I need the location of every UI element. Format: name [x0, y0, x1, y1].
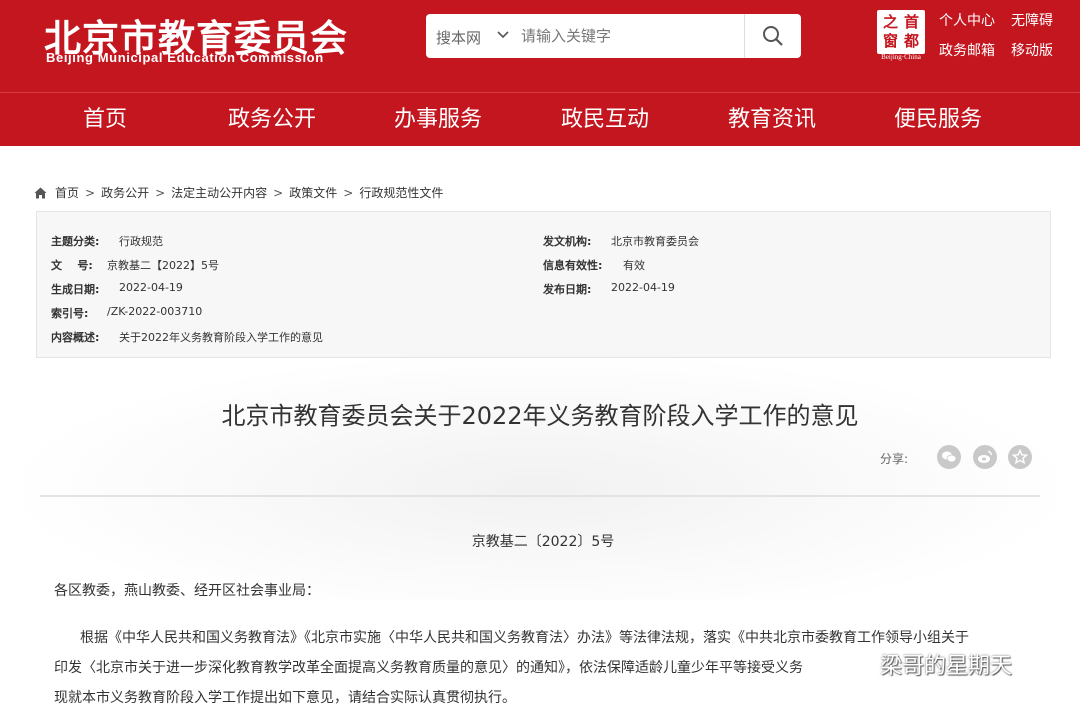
- document-meta-box: 主题分类: 行政规范 发文机构: 北京市教育委员会 文 号: 京教基二【2022…: [36, 211, 1051, 358]
- search-input[interactable]: [521, 20, 741, 52]
- breadcrumb-home[interactable]: 首页: [55, 184, 79, 201]
- breadcrumb-separator: >: [273, 185, 284, 200]
- body-line-1: 根据《中华人民共和国义务教育法》《北京市实施〈中华人民共和国义务教育法〉办法》等…: [80, 630, 969, 646]
- background-decoration: [0, 350, 1080, 600]
- docno-value: 京教基二【2022】5号: [107, 259, 219, 272]
- breadcrumb-gov-affairs[interactable]: 政务公开: [101, 184, 149, 201]
- salutation: 各区教委，燕山教委、经开区社会事业局：: [54, 583, 320, 599]
- watermark-text: 梁哥的星期天: [880, 654, 1013, 679]
- body-line-3: 现就本市义务教育阶段入学工作提出如下意见，请结合实际认真贯彻执行。: [54, 690, 516, 706]
- topic-value: 行政规范: [119, 235, 163, 248]
- capital-window-seal-icon[interactable]: 之 首 窗 都: [877, 10, 925, 54]
- published-date-label: 发布日期:: [543, 283, 592, 296]
- topic-label: 主题分类:: [51, 235, 100, 248]
- search-button[interactable]: [745, 14, 801, 58]
- search-scope-select[interactable]: 搜本网: [436, 27, 481, 48]
- wechat-share-icon[interactable]: [937, 445, 961, 469]
- published-date-value: 2022-04-19: [611, 281, 675, 294]
- breadcrumb-policy-docs[interactable]: 政策文件: [289, 184, 337, 201]
- nav-item-services[interactable]: 办事服务: [373, 93, 503, 147]
- summary-label: 内容概述:: [51, 331, 100, 344]
- summary-value: 关于2022年义务教育阶段入学工作的意见: [119, 331, 323, 344]
- favorite-star-icon[interactable]: [1008, 445, 1032, 469]
- main-nav: 首页 政务公开 办事服务 政民互动 教育资讯 便民服务: [0, 92, 1080, 146]
- issuer-label: 发文机构:: [543, 235, 592, 248]
- issuer-value: 北京市教育委员会: [611, 235, 699, 248]
- index-no-value: /ZK-2022-003710: [107, 305, 203, 318]
- personal-center-link[interactable]: 个人中心: [939, 10, 995, 30]
- doc-number: 京教基二〔2022〕5号: [471, 534, 615, 550]
- wechat-logo-icon: [839, 650, 872, 677]
- wechat-watermark: 梁哥的星期天: [838, 648, 1012, 680]
- weibo-share-icon[interactable]: [973, 445, 997, 469]
- breadcrumb-separator: >: [85, 185, 96, 200]
- validity-label: 信息有效性:: [543, 259, 603, 272]
- breadcrumb-admin-normative-docs[interactable]: 行政规范性文件: [359, 184, 443, 201]
- accessibility-link[interactable]: 无障碍: [1011, 10, 1053, 30]
- site-logo-en: Beijing Municipal Education Commission: [46, 50, 324, 65]
- search-box: 搜本网: [426, 14, 801, 58]
- seal-caption: Beijing·China: [881, 53, 921, 61]
- seal-char: 首: [903, 13, 919, 31]
- mobile-version-link[interactable]: 移动版: [1011, 40, 1053, 60]
- nav-item-gov-affairs[interactable]: 政务公开: [207, 93, 337, 147]
- created-date-value: 2022-04-19: [119, 281, 183, 294]
- breadcrumb-separator: >: [155, 185, 166, 200]
- breadcrumb: 首页 > 政务公开 > 法定主动公开内容 > 政策文件 > 行政规范性文件: [34, 184, 443, 201]
- nav-item-interaction[interactable]: 政民互动: [540, 93, 670, 147]
- docno-label: 文 号:: [51, 259, 93, 272]
- nav-item-public-services[interactable]: 便民服务: [873, 93, 1003, 147]
- breadcrumb-statutory-disclosure[interactable]: 法定主动公开内容: [171, 184, 267, 201]
- validity-value: 有效: [623, 259, 645, 272]
- chevron-down-icon[interactable]: [496, 28, 510, 42]
- section-divider: [40, 495, 1040, 497]
- gov-mail-link[interactable]: 政务邮箱: [939, 40, 995, 60]
- seal-char: 窗: [882, 32, 898, 50]
- seal-char: 都: [903, 32, 919, 50]
- nav-item-home[interactable]: 首页: [40, 93, 170, 147]
- search-icon: [763, 26, 783, 46]
- article-title: 北京市教育委员会关于2022年义务教育阶段入学工作的意见: [221, 402, 859, 430]
- home-icon: [34, 187, 47, 198]
- created-date-label: 生成日期:: [51, 283, 100, 296]
- body-line-2: 印发〈北京市关于进一步深化教育教学改革全面提高义务教育质量的意见〉的通知》，依法…: [54, 660, 803, 676]
- seal-char: 之: [882, 13, 898, 31]
- breadcrumb-separator: >: [343, 185, 354, 200]
- share-label: 分享:: [880, 452, 909, 466]
- nav-item-education-news[interactable]: 教育资讯: [707, 93, 837, 147]
- index-no-label: 索引号:: [51, 307, 89, 320]
- site-header: 北京市教育委员会 Beijing Municipal Education Com…: [0, 0, 1080, 92]
